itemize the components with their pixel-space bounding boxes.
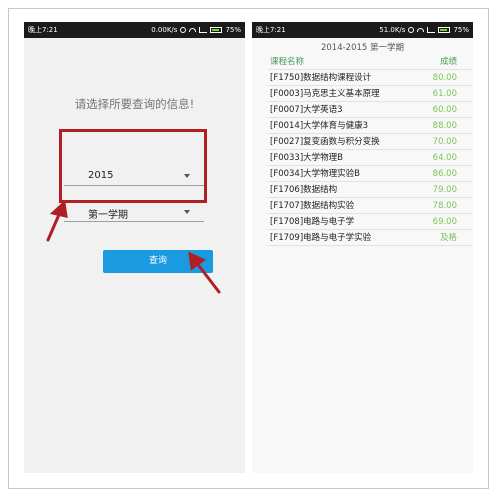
wifi-icon (417, 28, 425, 32)
course-name: [F1706]数据结构 (270, 185, 338, 195)
battery-icon (438, 27, 451, 33)
course-score: 64.00 (432, 153, 457, 163)
battery-level: 75% (225, 26, 241, 34)
network-speed: 51.0K/s (379, 26, 406, 34)
course-score: 60.00 (432, 105, 457, 115)
status-bar: 晚上7:21 0.00K/s 75% (24, 22, 245, 38)
status-bar: 晚上7:21 51.0K/s 75% (252, 22, 473, 38)
signal-icon (199, 27, 208, 33)
table-row: [F0014]大学体育与健康3 88.00 (268, 118, 473, 134)
status-right: 0.00K/s 75% (151, 22, 241, 38)
course-name: [F0034]大学物理实验B (270, 169, 360, 179)
query-screen: 晚上7:21 0.00K/s 75% 请选择所要查询的信息! 2015 第一学期… (24, 22, 245, 473)
course-name: [F0027]复变函数与积分变换 (270, 137, 380, 147)
query-prompt: 请选择所要查询的信息! (74, 97, 195, 111)
alarm-icon (408, 27, 415, 33)
course-name: [F1709]电路与电子学实验 (270, 233, 372, 243)
table-row: [F0033]大学物理B 64.00 (268, 150, 473, 166)
battery-level: 75% (453, 26, 469, 34)
wifi-icon (189, 28, 197, 32)
course-name: [F0003]马克思主义基本原理 (270, 89, 380, 99)
table-row: [F1708]电路与电子学 69.00 (268, 214, 473, 230)
course-score: 78.00 (432, 201, 457, 211)
term-select-value: 第一学期 (88, 210, 128, 221)
course-score: 70.00 (432, 137, 457, 147)
query-button[interactable]: 查询 (103, 250, 213, 273)
course-name: [F0014]大学体育与健康3 (270, 121, 369, 131)
term-title: 2014-2015 第一学期 (320, 43, 405, 53)
battery-icon (210, 27, 223, 33)
table-row: [F0027]复变函数与积分变换 70.00 (268, 134, 473, 150)
signal-icon (427, 27, 436, 33)
highlight-box (59, 129, 207, 203)
grades-table: 课程名称 成绩 [F1750]数据结构课程设计 80.00 [F0003]马克思主义… (268, 54, 473, 246)
status-time: 晚上7:21 (28, 26, 58, 34)
chevron-down-icon (184, 210, 190, 214)
course-name: [F0033]大学物理B (270, 153, 343, 163)
course-score: 80.00 (432, 73, 457, 83)
course-score: 79.00 (432, 185, 457, 195)
table-row: [F1709]电路与电子学实验 及格 (268, 230, 473, 246)
table-row: [F0007]大学英语3 60.00 (268, 102, 473, 118)
results-screen: 晚上7:21 51.0K/s 75% 2014-2015 第一学期 课程名称 成… (252, 22, 473, 473)
course-score: 88.00 (432, 121, 457, 131)
term-select[interactable]: 第一学期 (64, 200, 204, 222)
course-name: [F1708]电路与电子学 (270, 217, 355, 227)
table-row: [F1707]数据结构实验 78.00 (268, 198, 473, 214)
course-name: [F1750]数据结构课程设计 (270, 73, 372, 83)
course-score: 61.00 (432, 89, 457, 99)
table-row: [F0003]马克思主义基本原理 61.00 (268, 86, 473, 102)
status-time: 晚上7:21 (256, 26, 286, 34)
status-right: 51.0K/s 75% (379, 22, 469, 38)
table-row: [F0034]大学物理实验B 86.00 (268, 166, 473, 182)
course-score: 86.00 (432, 169, 457, 179)
header-score: 成绩 (439, 57, 457, 67)
course-score: 及格 (439, 233, 457, 243)
table-header: 课程名称 成绩 (268, 54, 473, 70)
network-speed: 0.00K/s (151, 26, 178, 34)
course-name: [F1707]数据结构实验 (270, 201, 355, 211)
table-row: [F1750]数据结构课程设计 80.00 (268, 70, 473, 86)
course-name: [F0007]大学英语3 (270, 105, 343, 115)
table-row: [F1706]数据结构 79.00 (268, 182, 473, 198)
header-course-name: 课程名称 (270, 57, 305, 67)
course-score: 69.00 (432, 217, 457, 227)
alarm-icon (180, 27, 187, 33)
